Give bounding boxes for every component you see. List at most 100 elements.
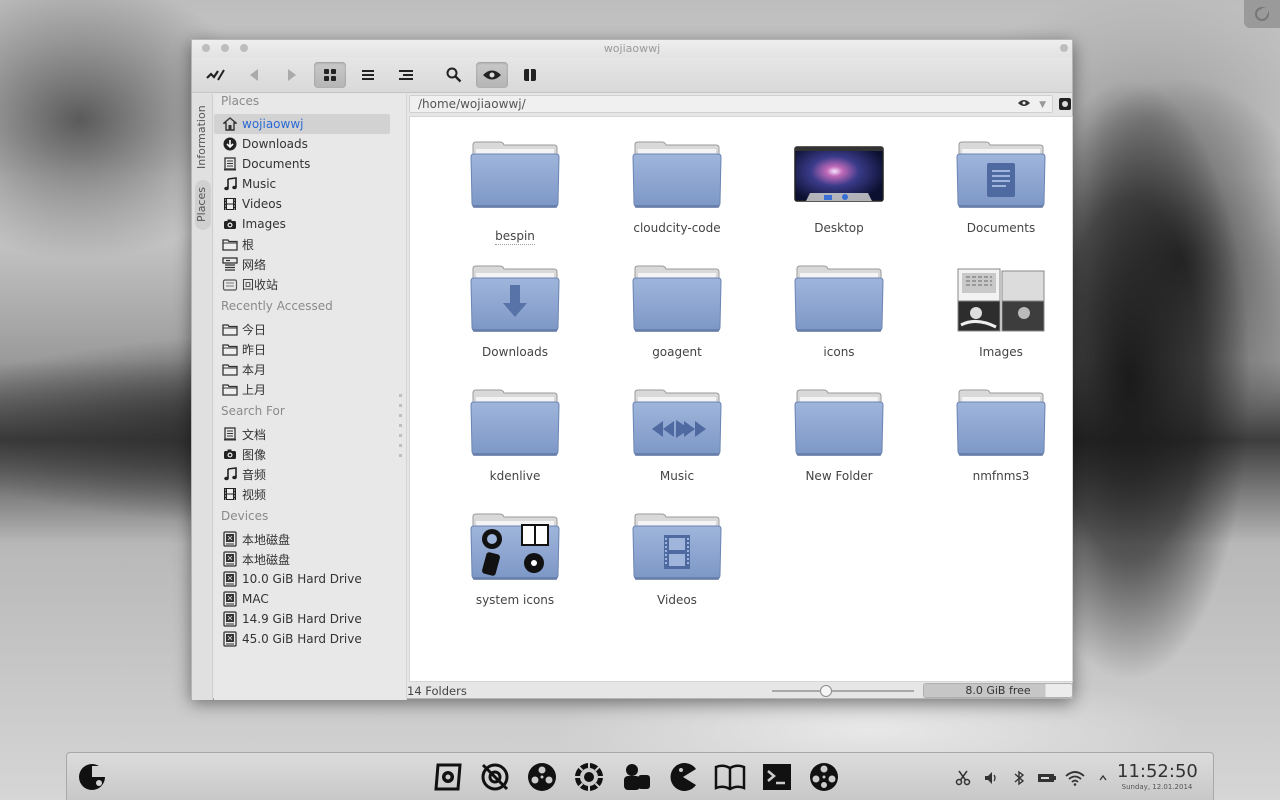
close-window-button[interactable]	[202, 44, 210, 52]
search-button[interactable]	[438, 62, 470, 88]
sidebar-device-item[interactable]: 本地磁盘	[214, 529, 390, 549]
pacman-game-launcher[interactable]	[659, 761, 706, 795]
sidebar-place-item[interactable]: Documents	[214, 154, 390, 174]
sidebar-device-item[interactable]: 本地磁盘	[214, 549, 390, 569]
browser-launcher[interactable]	[565, 761, 612, 795]
sidebar-search-item[interactable]: 图像	[214, 444, 390, 464]
preview-button[interactable]	[476, 61, 508, 88]
folder-label: New Folder	[805, 469, 873, 483]
sidebar-device-item-label: 10.0 GiB Hard Drive	[242, 572, 362, 586]
folder-item[interactable]: Documents	[936, 141, 1066, 251]
folder-icon	[632, 389, 722, 461]
folder-item[interactable]: goagent	[612, 265, 742, 375]
folder-icon	[470, 513, 560, 585]
tray-expand-icon[interactable]	[1089, 769, 1117, 787]
sidebar-search-item-label: 文档	[242, 427, 267, 442]
sidebar-place-item-label: wojiaowwj	[242, 117, 304, 131]
sidebar-search-item[interactable]: 文档	[214, 424, 390, 444]
sidebar-search-item[interactable]: 视频	[214, 484, 390, 504]
film-reel-launcher[interactable]	[800, 761, 847, 795]
folder-item[interactable]: New Folder	[774, 389, 904, 499]
window-menu-button[interactable]	[1060, 44, 1068, 52]
sidebar-place-item[interactable]: Images	[214, 214, 390, 234]
launcher-button[interactable]	[77, 763, 107, 794]
sidebar-place-item[interactable]: Videos	[214, 194, 390, 214]
list-view-button[interactable]	[352, 62, 384, 88]
file-manager-icon	[432, 761, 464, 796]
open-terminal-button[interactable]	[1057, 96, 1073, 112]
sidebar-recent-item[interactable]: 上月	[214, 379, 390, 399]
bluetooth-icon[interactable]	[1005, 769, 1033, 787]
folder-item[interactable]: Images	[936, 265, 1066, 375]
sidebar-device-item[interactable]: MAC	[214, 589, 390, 609]
app-menu-button[interactable]	[200, 62, 232, 88]
eye-icon[interactable]	[1018, 99, 1030, 107]
sidebar-recent-item[interactable]: 本月	[214, 359, 390, 379]
zoom-slider-handle[interactable]	[819, 685, 832, 697]
sidebar-device-item[interactable]: 14.9 GiB Hard Drive	[214, 609, 390, 629]
clock[interactable]: 11:52:50 Sunday, 12.01.2014	[1117, 761, 1198, 791]
zoom-slider[interactable]	[772, 685, 914, 697]
folder-item[interactable]: Videos	[612, 513, 742, 623]
tab-information[interactable]: Information	[195, 102, 211, 172]
scissors-icon[interactable]	[949, 769, 977, 787]
folder-item[interactable]: Downloads	[450, 265, 580, 375]
folder-icon	[956, 389, 1046, 461]
music-note-icon	[222, 466, 238, 482]
sidebar-recent-item[interactable]: 今日	[214, 319, 390, 339]
forward-button[interactable]	[276, 62, 308, 88]
sidebar-place-item[interactable]: 根	[214, 234, 390, 254]
clock-time: 11:52:50	[1117, 761, 1198, 782]
sidebar-place-item[interactable]: Music	[214, 174, 390, 194]
chevron-down-icon[interactable]: ▼	[1039, 97, 1046, 113]
tab-places[interactable]: Places	[195, 180, 211, 230]
sidebar-device-item[interactable]: 45.0 GiB Hard Drive	[214, 629, 390, 649]
path-input[interactable]: /home/wojiaowwj/ ▼	[409, 95, 1053, 113]
sidebar-place-item[interactable]: Downloads	[214, 134, 390, 154]
sidebar-device-item[interactable]: 10.0 GiB Hard Drive	[214, 569, 390, 589]
clock-date: Sunday, 12.01.2014	[1121, 783, 1193, 791]
terminal-eye-icon	[1059, 98, 1071, 110]
media-player-launcher[interactable]	[518, 761, 565, 795]
folder-item[interactable]: icons	[774, 265, 904, 375]
back-icon	[250, 68, 258, 81]
file-manager-launcher[interactable]	[424, 761, 471, 795]
folder-item[interactable]: Desktop	[774, 141, 904, 251]
folder-icon	[470, 141, 560, 213]
corner-widget[interactable]	[1244, 0, 1280, 28]
folder-label: Downloads	[482, 345, 548, 359]
sidebar-device-item-label: 14.9 GiB Hard Drive	[242, 612, 362, 626]
sidebar-search-item[interactable]: 音频	[214, 464, 390, 484]
search-list: 文档图像 音频 视频	[214, 424, 406, 504]
folder-item[interactable]: Music	[612, 389, 742, 499]
terminal-launcher[interactable]	[753, 761, 800, 795]
folder-item[interactable]: cloudcity-code	[612, 141, 742, 251]
folder-item[interactable]: system icons	[450, 513, 580, 623]
sidebar-place-item[interactable]: 回收站	[214, 274, 390, 294]
book-reader-launcher[interactable]	[706, 761, 753, 795]
folder-label: Music	[659, 469, 695, 483]
sidebar-place-item[interactable]: 网络	[214, 254, 390, 274]
tree-view-icon	[399, 69, 413, 80]
folder-item[interactable]: bespin	[450, 141, 580, 251]
sidebar-device-item-label: 本地磁盘	[242, 552, 291, 567]
icon-view-button[interactable]	[314, 61, 346, 88]
wifi-icon[interactable]	[1061, 769, 1089, 787]
tree-view-button[interactable]	[390, 62, 422, 88]
folder-item[interactable]: nmfnms3	[936, 389, 1066, 499]
app-menu-icon	[206, 68, 225, 81]
minimize-window-button[interactable]	[221, 44, 229, 52]
volume-icon[interactable]	[977, 769, 1005, 787]
battery-icon[interactable]	[1033, 769, 1061, 787]
sidebar-place-item[interactable]: wojiaowwj	[214, 114, 390, 134]
folder-item[interactable]: kdenlive	[450, 389, 580, 499]
back-button[interactable]	[238, 62, 270, 88]
split-view-button[interactable]	[514, 62, 546, 88]
folder-label: nmfnms3	[972, 469, 1030, 483]
folder-icon	[632, 141, 722, 213]
maximize-window-button[interactable]	[240, 44, 248, 52]
sidebar-resize-handle[interactable]	[399, 394, 402, 464]
settings-launcher[interactable]	[471, 761, 518, 795]
sidebar-recent-item[interactable]: 昨日	[214, 339, 390, 359]
chat-launcher[interactable]	[612, 761, 659, 795]
